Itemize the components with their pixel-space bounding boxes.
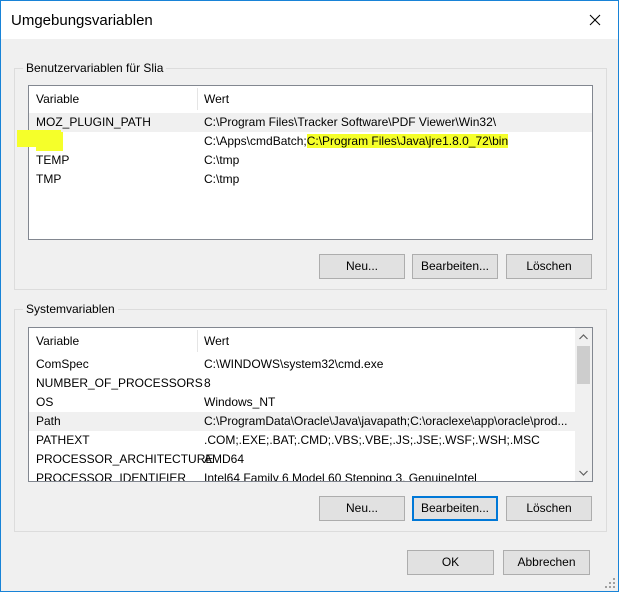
table-row[interactable]: Path C:\Apps\cmdBatch;C:\Program Files\J…: [29, 132, 592, 151]
variable-name: Path: [36, 414, 61, 428]
close-button[interactable]: [572, 1, 618, 39]
close-icon: [589, 14, 601, 26]
variable-value: C:\Apps\cmdBatch;C:\Program Files\Java\j…: [204, 132, 509, 151]
variable-name: TEMP: [36, 153, 70, 167]
system-edit-button[interactable]: Bearbeiten...: [412, 496, 498, 521]
highlight-mark: [17, 130, 61, 147]
user-delete-button[interactable]: Löschen: [506, 254, 592, 279]
variable-value: Windows_NT: [204, 395, 276, 409]
table-row[interactable]: PROCESSOR_IDENTIFIER Intel64 Family 6 Mo…: [29, 469, 575, 482]
variable-value: C:\Program Files\Tracker Software\PDF Vi…: [204, 115, 497, 129]
title-bar[interactable]: Umgebungsvariablen: [1, 1, 618, 39]
table-row[interactable]: PATHEXT .COM;.EXE;.BAT;.CMD;.VBS;.VBE;.J…: [29, 431, 575, 450]
table-row[interactable]: Path C:\ProgramData\Oracle\Java\javapath…: [29, 412, 575, 431]
table-row[interactable]: MOZ_PLUGIN_PATH C:\Program Files\Tracker…: [29, 113, 592, 132]
table-row[interactable]: OS Windows_NT: [29, 393, 575, 412]
system-variables-group: Systemvariablen Variable Wert ComSpec C:…: [14, 302, 607, 532]
variable-value: C:\tmp: [204, 153, 240, 167]
system-new-button[interactable]: Neu...: [319, 496, 405, 521]
table-row[interactable]: TEMP C:\tmp: [29, 151, 592, 170]
column-header-value[interactable]: Wert: [197, 328, 575, 354]
variable-value: C:\WINDOWS\system32\cmd.exe: [204, 357, 384, 371]
variable-name: TMP: [36, 172, 62, 186]
variable-value: 8: [204, 376, 211, 390]
user-variables-list[interactable]: Variable Wert MOZ_PLUGIN_PATH C:\Program…: [28, 85, 593, 240]
system-variables-label: Systemvariablen: [23, 302, 118, 316]
environment-variables-dialog: Umgebungsvariablen Benutzervariablen für…: [0, 0, 619, 592]
variable-name: PROCESSOR_IDENTIFIER: [36, 471, 187, 482]
user-variables-label: Benutzervariablen für Slia: [23, 61, 167, 75]
system-delete-button[interactable]: Löschen: [506, 496, 592, 521]
path-value-part: C:\Apps\cmdBatch;: [204, 134, 307, 148]
variable-value: .COM;.EXE;.BAT;.CMD;.VBS;.VBE;.JS;.JSE;.…: [204, 433, 540, 447]
column-header-variable[interactable]: Variable: [29, 328, 197, 354]
table-row[interactable]: PROCESSOR_ARCHITECTURE AMD64: [29, 450, 575, 469]
user-new-button[interactable]: Neu...: [319, 254, 405, 279]
list-header: Variable Wert: [29, 328, 575, 354]
ok-button[interactable]: OK: [407, 550, 494, 575]
column-header-value[interactable]: Wert: [197, 86, 592, 112]
scroll-up-button[interactable]: [575, 328, 592, 345]
table-row[interactable]: NUMBER_OF_PROCESSORS 8: [29, 374, 575, 393]
variable-value: Intel64 Family 6 Model 60 Stepping 3, Ge…: [204, 471, 477, 482]
system-variables-list[interactable]: Variable Wert ComSpec C:\WINDOWS\system3…: [28, 327, 593, 482]
list-header: Variable Wert: [29, 86, 592, 112]
table-row[interactable]: TMP C:\tmp: [29, 170, 592, 189]
variable-value: C:\ProgramData\Oracle\Java\javapath;C:\o…: [204, 414, 568, 428]
chevron-up-icon: [579, 333, 588, 339]
path-value-highlighted: C:\Program Files\Java\jre1.8.0_72\bin: [306, 134, 509, 148]
vertical-scrollbar[interactable]: [575, 328, 592, 481]
variable-name: PROCESSOR_ARCHITECTURE: [36, 452, 214, 466]
scrollbar-thumb[interactable]: [577, 346, 590, 384]
column-header-variable[interactable]: Variable: [29, 86, 197, 112]
scroll-down-button[interactable]: [575, 464, 592, 481]
user-edit-button[interactable]: Bearbeiten...: [412, 254, 498, 279]
variable-name: ComSpec: [36, 357, 89, 371]
variable-value: AMD64: [204, 452, 245, 466]
variable-name: NUMBER_OF_PROCESSORS: [36, 376, 203, 390]
user-variables-group: Benutzervariablen für Slia Variable Wert…: [14, 61, 607, 290]
resize-grip-icon[interactable]: [604, 577, 616, 589]
variable-name: OS: [36, 395, 54, 409]
chevron-down-icon: [579, 470, 588, 476]
variable-name: PATHEXT: [36, 433, 90, 447]
table-row[interactable]: ComSpec C:\WINDOWS\system32\cmd.exe: [29, 355, 575, 374]
cancel-button[interactable]: Abbrechen: [503, 550, 590, 575]
window-title: Umgebungsvariablen: [11, 12, 153, 29]
variable-value: C:\tmp: [204, 172, 240, 186]
